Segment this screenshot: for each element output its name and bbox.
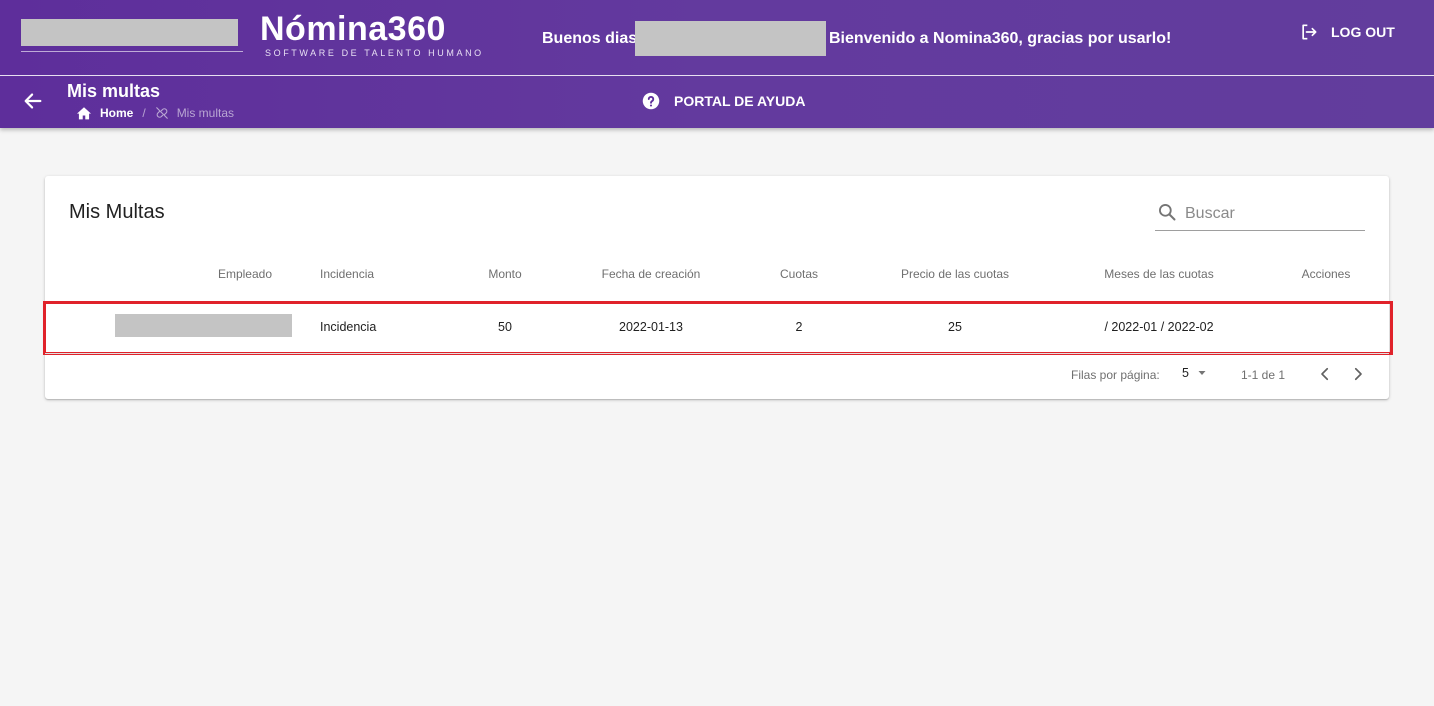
pagination-range: 1-1 de 1 (1241, 368, 1286, 382)
home-icon (77, 107, 91, 120)
logout-label: LOG OUT (1331, 24, 1395, 40)
breadcrumb-current: Mis multas (155, 106, 234, 120)
column-header-fecha[interactable]: Fecha de creación (602, 267, 701, 281)
cell-fecha: 2022-01-13 (619, 320, 683, 334)
chevron-right-icon[interactable] (1349, 365, 1367, 383)
card-title: Mis Multas (69, 201, 165, 223)
breadcrumb-current-label: Mis multas (176, 106, 235, 120)
cell-incidencia: Incidencia (320, 320, 377, 334)
cell-meses: / 2022-01 / 2022-02 (1104, 320, 1214, 334)
search-field[interactable] (1155, 196, 1367, 231)
rows-per-page-select[interactable]: 5 (1182, 366, 1208, 380)
column-header-incidencia[interactable]: Incidencia (320, 267, 374, 281)
cell-cuotas: 2 (795, 320, 803, 334)
breadcrumb-separator: / (142, 106, 146, 120)
column-header-empleado[interactable]: Empleado (218, 267, 272, 281)
rows-per-page-value: 5 (1182, 366, 1189, 380)
nomina360-logo: Nómina360 SOFTWARE DE TALENTO HUMANO (260, 11, 484, 58)
breadcrumb: Home / Mis multas (76, 104, 234, 122)
header-divider (0, 75, 1434, 76)
employee-name-redacted (115, 314, 292, 337)
search-icon (1159, 204, 1176, 221)
chevron-left-icon[interactable] (1316, 365, 1334, 383)
cell-monto: 50 (498, 320, 512, 334)
column-header-meses[interactable]: Meses de las cuotas (1104, 267, 1213, 281)
help-portal-label: PORTAL DE AYUDA (674, 93, 806, 109)
logo-wordmark: Nómina360 (260, 10, 446, 48)
logout-button[interactable]: LOG OUT (1299, 22, 1395, 42)
rows-per-page-label: Filas por página: (1071, 368, 1160, 382)
user-name-redacted (635, 21, 826, 56)
help-circle-icon (642, 92, 660, 110)
cell-precio: 25 (948, 320, 962, 334)
table-footer-divider (45, 353, 1389, 354)
dropdown-arrow-icon (1198, 371, 1206, 375)
greeting-welcome: Bienvenido a Nomina360, gracias por usar… (829, 30, 1172, 47)
company-name-redacted (21, 19, 238, 46)
top-app-bar: Nómina360 SOFTWARE DE TALENTO HUMANO Bue… (0, 0, 1434, 128)
company-underline (21, 51, 243, 52)
link-off-icon (155, 107, 168, 119)
logo-tagline: SOFTWARE DE TALENTO HUMANO (265, 48, 484, 58)
greeting-prefix: Buenos dias (542, 30, 638, 47)
search-input[interactable] (1183, 200, 1367, 228)
logout-icon (1302, 24, 1317, 40)
page-title: Mis multas (67, 81, 161, 101)
column-header-precio[interactable]: Precio de las cuotas (901, 267, 1009, 281)
column-header-cuotas[interactable]: Cuotas (780, 267, 818, 281)
fines-card: Mis Multas Empleado Incidencia Monto Fec… (43, 176, 1393, 399)
breadcrumb-home[interactable]: Home (76, 106, 133, 120)
column-header-monto[interactable]: Monto (488, 267, 521, 281)
back-arrow-icon[interactable] (22, 90, 44, 112)
help-portal-button[interactable]: PORTAL DE AYUDA (642, 92, 805, 110)
breadcrumb-home-label: Home (100, 106, 134, 120)
column-header-acciones: Acciones (1301, 267, 1351, 281)
